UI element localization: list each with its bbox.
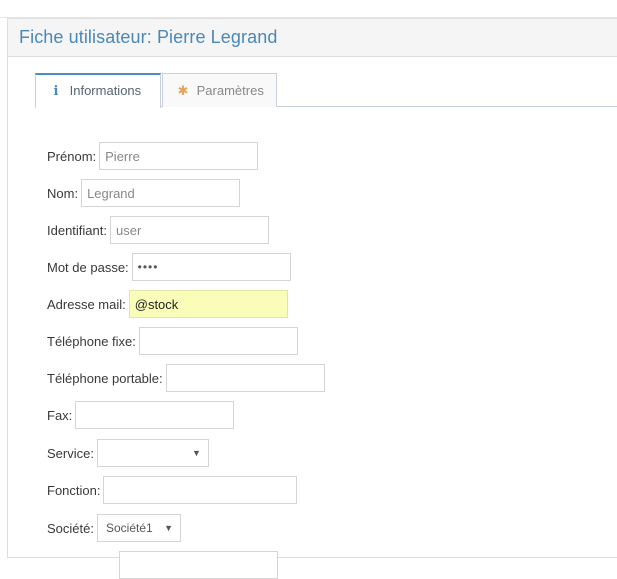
user-panel: Fiche utilisateur: Pierre Legrand i Info… — [7, 18, 617, 579]
password-input[interactable]: •••• — [131, 253, 291, 281]
tel-fixe-label: Téléphone fixe: — [47, 333, 136, 349]
email-label: Adresse mail: — [47, 296, 126, 312]
row-identifiant: Identifiant: user — [47, 216, 269, 244]
prenom-label: Prénom: — [47, 148, 97, 164]
row-service: Service: ▼ — [47, 439, 209, 467]
societe-select[interactable]: Société1 ▼ — [96, 514, 181, 542]
row-fax: Fax: — [47, 401, 235, 429]
row-cut-off — [47, 551, 278, 579]
chevron-down-icon: ▼ — [164, 523, 173, 533]
fax-label: Fax: — [47, 407, 73, 423]
tab-parametres[interactable]: ✱ Paramètres — [162, 73, 277, 107]
tel-portable-label: Téléphone portable: — [47, 370, 163, 386]
service-select[interactable]: ▼ — [96, 439, 209, 467]
fax-input[interactable] — [75, 401, 235, 429]
tab-parametres-label: Paramètres — [196, 83, 264, 98]
societe-value: Société1 — [105, 521, 153, 535]
nom-input[interactable]: Legrand — [81, 179, 241, 207]
tab-bar: i Informations ✱ Paramètres — [35, 73, 617, 108]
chevron-down-icon: ▼ — [192, 448, 201, 458]
row-prenom: Prénom: Pierre — [47, 142, 259, 170]
tab-informations[interactable]: i Informations — [35, 73, 161, 108]
prenom-input[interactable]: Pierre — [99, 142, 259, 170]
row-societe: Société: Société1 ▼ — [47, 514, 181, 542]
row-nom: Nom: Legrand — [47, 179, 241, 207]
row-email: Adresse mail: @stock — [47, 290, 288, 318]
identifiant-label: Identifiant: — [47, 222, 107, 238]
fonction-label: Fonction: — [47, 482, 101, 498]
row-tel-portable: Téléphone portable: — [47, 364, 325, 392]
gear-icon: ✱ — [177, 83, 189, 98]
identifiant-input[interactable]: user — [110, 216, 269, 244]
societe-label: Société: — [47, 520, 94, 536]
tel-fixe-input[interactable] — [138, 327, 298, 355]
email-input[interactable]: @stock — [128, 290, 288, 318]
top-strip — [0, 0, 617, 18]
page-title: Fiche utilisateur: Pierre Legrand — [19, 27, 278, 47]
password-label: Mot de passe: — [47, 259, 129, 275]
tel-portable-input[interactable] — [165, 364, 325, 392]
info-icon: i — [53, 84, 59, 99]
fonction-input[interactable] — [103, 476, 298, 504]
panel-heading: Fiche utilisateur: Pierre Legrand — [8, 19, 617, 57]
service-label: Service: — [47, 445, 94, 461]
nom-label: Nom: — [47, 185, 79, 201]
row-fonction: Fonction: — [47, 476, 298, 504]
row-tel-fixe: Téléphone fixe: — [47, 327, 298, 355]
row-password: Mot de passe: •••• — [47, 253, 291, 281]
tab-informations-label: Informations — [69, 83, 142, 98]
next-input[interactable] — [119, 551, 278, 579]
